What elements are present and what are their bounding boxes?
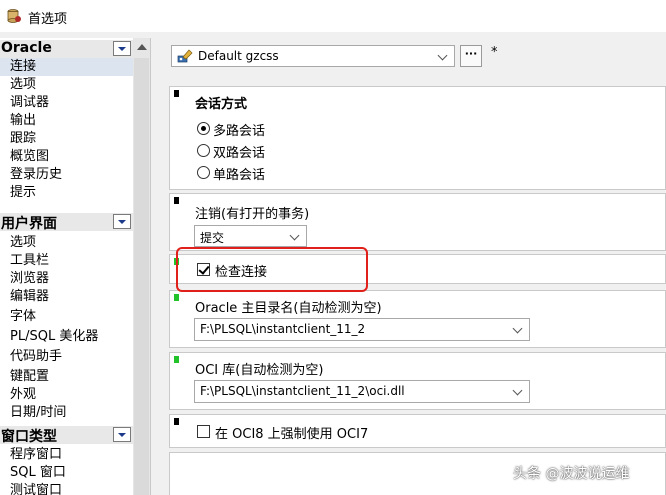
tree-item[interactable]: 日期/时间 [10,404,66,422]
force-oci7-label[interactable]: 在 OCI8 上强制使用 OCI7 [215,423,368,442]
tree-item-connection[interactable]: 连接 [0,58,133,76]
profile-value: Default gzcss [198,49,279,63]
tree-item[interactable]: 跟踪 [10,130,36,148]
oci-library-value: F:\PLSQL\instantclient_11_2\oci.dll [200,384,405,398]
radio-button[interactable] [197,144,210,157]
modified-indicator: * [491,45,498,60]
tree-item[interactable]: 程序窗口 [10,446,62,464]
section-marker [174,418,179,425]
logout-action-select[interactable]: 提交 [194,225,307,247]
session-mode-section: 会话方式 多路会话 双路会话 单路会话 [169,86,666,190]
chevron-down-icon[interactable] [113,41,131,56]
tree-item[interactable]: 选项 [10,76,36,94]
profile-select[interactable]: Default gzcss [171,45,455,67]
title-bar: 首选项 [0,0,666,32]
tree-item[interactable]: 登录历史 [10,166,62,184]
more-button[interactable]: ··· [460,45,482,67]
radio-label: 多路会话 [213,124,266,139]
chevron-down-icon [512,385,523,396]
tree-item[interactable]: 提示 [10,184,36,202]
section-marker [174,356,179,363]
group-label: 用户界面 [1,216,57,232]
session-mode-heading: 会话方式 [195,97,248,112]
group-label: Oracle [1,40,52,56]
tree-item[interactable]: 概览图 [10,148,49,166]
tree-item[interactable]: 工具栏 [10,252,49,270]
oracle-home-select[interactable]: F:\PLSQL\instantclient_11_2 [194,318,530,341]
chevron-down-icon [512,323,523,334]
oracle-home-value: F:\PLSQL\instantclient_11_2 [200,322,366,336]
connection-profile-icon [177,49,193,63]
radio-button[interactable] [197,122,210,135]
tree-item[interactable]: 代码助手 [10,348,62,366]
force-oci7-section: 在 OCI8 上强制使用 OCI7 [169,414,666,448]
logout-action-value: 提交 [200,231,225,245]
force-oci7-checkbox[interactable] [197,425,210,438]
chevron-down-icon [437,50,448,61]
section-marker [174,197,179,204]
tree-item[interactable]: 调试器 [10,94,49,112]
tree-item[interactable]: 测试窗口 [10,482,62,495]
tree-item[interactable]: 输出 [10,112,36,130]
oci-library-section: OCI 库(自动检测为空) F:\PLSQL\instantclient_11_… [169,352,666,410]
tree-item[interactable]: 外观 [10,386,36,404]
radio-label: 单路会话 [213,168,266,183]
database-preferences-icon [7,9,21,23]
watermark: 头条 @波波说运维 [513,466,630,482]
section-marker [174,90,179,97]
tree-item[interactable]: PL/SQL 美化器 [10,328,98,346]
panel-splitter[interactable] [150,38,163,495]
highlight-annotation [176,247,368,292]
oci-library-label: OCI 库(自动检测为空) [195,363,324,378]
tree-item[interactable]: 浏览器 [10,270,49,288]
oracle-home-label: Oracle 主目录名(自动检测为空) [195,301,382,316]
group-header-window-types[interactable]: 窗口类型 [0,426,133,445]
chevron-down-icon[interactable] [113,427,131,442]
window-title: 首选项 [28,12,68,27]
group-header-user-interface[interactable]: 用户界面 [0,213,133,232]
tree-item[interactable]: 选项 [10,234,36,252]
logout-label: 注销(有打开的事务) [195,207,310,222]
logout-section: 注销(有打开的事务) 提交 [169,193,666,251]
tree-item[interactable]: 字体 [10,308,36,326]
scroll-up-arrow-icon[interactable] [137,44,147,50]
group-header-oracle[interactable]: Oracle [0,40,133,58]
oracle-home-section: Oracle 主目录名(自动检测为空) F:\PLSQL\instantclie… [169,290,666,348]
radio-label: 双路会话 [213,146,266,161]
oci-library-select[interactable]: F:\PLSQL\instantclient_11_2\oci.dll [194,380,530,403]
preferences-tree: Oracle 连接 选项 调试器 输出 跟踪 概览图 登录历史 提示 用户界面 … [0,38,133,495]
chevron-down-icon[interactable] [113,214,131,229]
tree-item[interactable]: SQL 窗口 [10,464,66,482]
radio-button[interactable] [197,166,210,179]
section-marker [174,294,179,301]
tree-item[interactable]: 键配置 [10,368,49,386]
group-label: 窗口类型 [1,429,57,445]
chevron-down-icon [289,230,300,241]
tree-scrollbar-thumb[interactable] [134,58,149,495]
tree-item[interactable]: 编辑器 [10,288,49,306]
